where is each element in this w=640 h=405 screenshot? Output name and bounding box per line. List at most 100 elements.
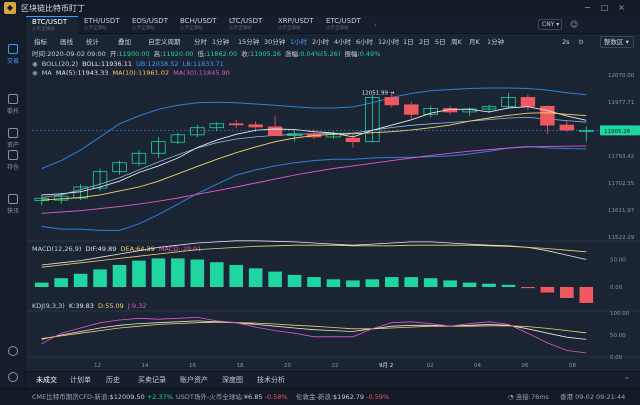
add-tab-icon[interactable]: ‹	[374, 21, 377, 29]
max-price-label: 12051.99 →	[362, 91, 395, 97]
tab-tech-analysis[interactable]: 技术分析	[257, 376, 285, 385]
sidebar-help[interactable]	[0, 372, 26, 384]
macd-histogram-bar	[307, 277, 321, 287]
x-tick-label: 12	[94, 363, 101, 369]
macd-histogram-bar	[112, 265, 127, 287]
maximize-icon[interactable]: □	[600, 3, 609, 12]
tab-xrp-usdt[interactable]: XRP/USDT 火币全球站	[272, 16, 322, 34]
toolbar-draw-line[interactable]: 画线	[60, 37, 73, 47]
user-icon[interactable]: ☺	[570, 20, 578, 29]
macd-histogram-bar	[132, 260, 146, 287]
collapse-icon[interactable]: ⌃	[624, 376, 630, 384]
x-tick-label: 02	[427, 363, 434, 369]
macd-histogram-bar	[248, 268, 263, 287]
tab-history[interactable]: 历史	[106, 376, 120, 385]
boll-mid-line	[41, 116, 587, 198]
macd-histogram-bar	[93, 269, 107, 287]
sidebar-item-label: 资产	[6, 142, 19, 149]
toolbar-1d[interactable]: 1日	[403, 37, 414, 47]
settings-icon[interactable]: ⚙	[578, 37, 584, 47]
price-tick-label: 12070.00	[608, 73, 635, 79]
x-tick-label: 08	[569, 363, 576, 369]
boll-upper-line	[41, 87, 587, 169]
currency-select[interactable]: CNY ▾	[538, 19, 562, 30]
sidebar-item-assets[interactable]: 资产	[0, 128, 26, 149]
toolbar-1h[interactable]: 1小时	[290, 37, 307, 47]
price-tick-label: 11611.97	[608, 208, 635, 214]
sidebar-item-trade[interactable]: 交易	[0, 44, 26, 65]
sidebar-item-label: 委托	[6, 108, 19, 115]
macd-histogram-bar	[346, 280, 360, 287]
toolbar-scale[interactable]: 2s	[562, 37, 570, 47]
macd-histogram-bar	[404, 277, 419, 287]
tab-exchange: 火币全球站	[132, 26, 155, 31]
tab-eth-usdt[interactable]: ETH/USDT 火币全球站	[78, 16, 126, 34]
macd-histogram-bar	[190, 259, 205, 287]
toolbar-overlay[interactable]: 叠加	[118, 37, 131, 47]
connection-label: 连接:	[515, 393, 531, 401]
sidebar-shield[interactable]	[0, 346, 26, 358]
macd-dea-line	[41, 244, 587, 268]
tab-eos-usdt[interactable]: EOS/USDT 火币全球站	[126, 16, 176, 34]
price-tick-label: 11522.29	[608, 235, 635, 241]
toolbar-12h[interactable]: 12小时	[378, 37, 399, 47]
tab-exchange: 火币全球站	[326, 26, 349, 31]
tab-plan-orders[interactable]: 计划单	[70, 376, 91, 385]
toolbar-6h[interactable]: 6小时	[356, 37, 373, 47]
chart-toolbar: 指标 画线 统计 叠加 自定义周期 分时 1分钟 15分钟 30分钟 1小时 2…	[26, 35, 640, 49]
toolbar-indicator[interactable]: 指标	[34, 37, 47, 47]
ticker-change: -0.58%	[264, 393, 288, 401]
toolbar-15min[interactable]: 15分钟	[238, 37, 259, 47]
app-logo-icon: ◆	[4, 2, 16, 14]
tab-bch-usdt[interactable]: BCH/USDT 火币全球站	[174, 16, 224, 34]
x-tick-label: 18	[237, 363, 244, 369]
tab-open-orders[interactable]: 未成交	[36, 376, 57, 385]
close-icon[interactable]: ×	[617, 3, 626, 12]
tab-exchange: 火币全球站	[32, 27, 55, 32]
price-tick-label: 11702.35	[608, 181, 635, 187]
macd-histogram-bar	[151, 258, 166, 287]
macd-tick-label: 0.00	[610, 285, 623, 291]
sidebar-item-positions[interactable]: 持仓	[0, 150, 26, 171]
minimize-icon[interactable]: −	[583, 3, 592, 12]
tab-trade-records[interactable]: 买卖记录	[138, 376, 166, 385]
wifi-icon: ◔	[508, 393, 514, 401]
toolbar-5d[interactable]: 5日	[435, 37, 446, 47]
news-icon	[8, 194, 18, 204]
tab-depth[interactable]: 深度图	[222, 376, 243, 385]
x-tick-label: 06	[522, 363, 529, 369]
tab-label: XRP/USDT	[278, 17, 314, 25]
position-icon	[8, 150, 18, 160]
sidebar-item-orders[interactable]: 委托	[0, 94, 26, 115]
toolbar-1min[interactable]: 1分钟	[212, 37, 229, 47]
macd-histogram-bar	[560, 287, 574, 298]
macd-histogram-bar	[462, 282, 477, 287]
toolbar-2h[interactable]: 2小时	[312, 37, 329, 47]
toolbar-1min-alt[interactable]: 1分钟	[487, 37, 504, 47]
ticker-change: +2.37%	[146, 393, 173, 401]
price-chart[interactable]: 12070.0011977.7111885.4311793.4211702.35…	[26, 49, 640, 371]
toolbar-stats[interactable]: 统计	[86, 37, 99, 47]
toolbar-timeshare[interactable]: 分时	[194, 37, 207, 47]
toolbar-custom-period[interactable]: 自定义周期	[148, 37, 181, 47]
toolbar-week[interactable]: 周K	[451, 37, 462, 47]
toolbar-4h[interactable]: 4小时	[334, 37, 351, 47]
tab-btc-usdt[interactable]: BTC/USDT 火币全球站	[26, 16, 78, 34]
tab-exchange: 火币全球站	[278, 26, 301, 31]
order-icon	[8, 94, 18, 104]
toolbar-month[interactable]: 月K	[469, 37, 480, 47]
sidebar-item-news[interactable]: 快讯	[0, 194, 26, 215]
toolbar-2d[interactable]: 2日	[419, 37, 430, 47]
tab-etc-usdt[interactable]: ETC/USDT 火币全球站	[320, 16, 370, 34]
toolbar-30min[interactable]: 30分钟	[264, 37, 285, 47]
tab-account-assets[interactable]: 账户资产	[180, 376, 208, 385]
tab-label: BTC/USDT	[32, 18, 68, 26]
tab-ltc-usdt[interactable]: LTC/USDT 火币全球站	[223, 16, 273, 34]
candle-down	[228, 123, 244, 126]
macd-histogram-bar	[443, 280, 457, 287]
macd-histogram-bar	[423, 278, 438, 287]
macd-histogram-bar	[268, 271, 282, 287]
layout-dropdown[interactable]: 整数区 ▾	[600, 36, 634, 48]
price-tick-label: 11793.42	[608, 154, 634, 160]
tab-label: LTC/USDT	[229, 17, 263, 25]
